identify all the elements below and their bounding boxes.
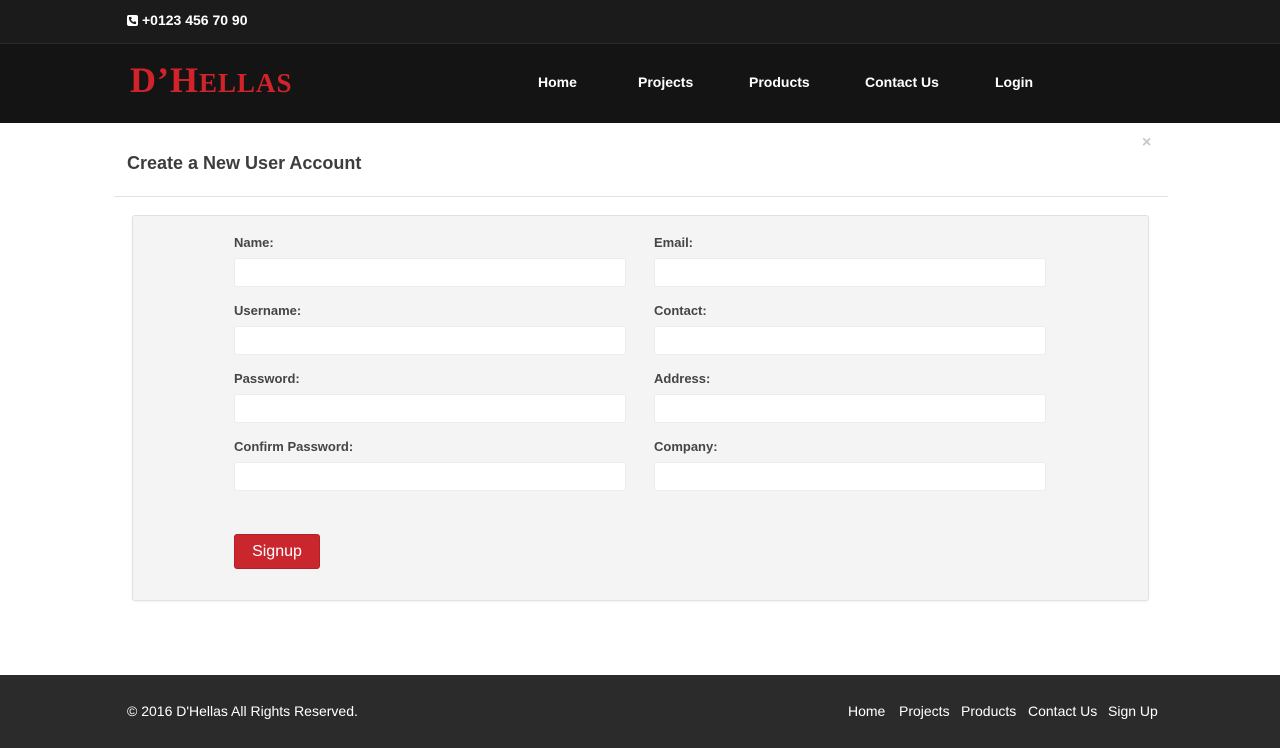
name-field[interactable] <box>234 258 626 287</box>
address-field[interactable] <box>654 394 1046 423</box>
phone-text: +0123 456 70 90 <box>142 12 248 28</box>
copyright-text: © 2016 D'Hellas All Rights Reserved. <box>127 703 358 719</box>
username-field[interactable] <box>234 326 626 355</box>
phone-icon <box>127 14 138 26</box>
logo-text-h: H <box>170 60 200 100</box>
password-label: Password: <box>234 371 300 386</box>
close-icon[interactable]: × <box>1142 134 1151 152</box>
page-title: Create a New User Account <box>127 153 362 173</box>
confirm-password-field[interactable] <box>234 462 626 491</box>
footer-link-projects[interactable]: Projects <box>899 703 950 719</box>
nav-contact-us[interactable]: Contact Us <box>865 74 939 90</box>
phone-number: +0123 456 70 90 <box>127 12 248 28</box>
email-field[interactable] <box>654 258 1046 287</box>
signup-button[interactable]: Signup <box>234 534 320 569</box>
address-label: Address: <box>654 371 711 386</box>
contact-field[interactable] <box>654 326 1046 355</box>
nav-login[interactable]: Login <box>995 74 1033 90</box>
footer-link-sign-up[interactable]: Sign Up <box>1108 703 1158 719</box>
footer-link-products[interactable]: Products <box>961 703 1016 719</box>
confirm-password-label: Confirm Password: <box>234 439 354 454</box>
password-field[interactable] <box>234 394 626 423</box>
company-label: Company: <box>654 439 718 454</box>
contact-label: Contact: <box>654 303 707 318</box>
logo-text-d: D’ <box>130 60 170 100</box>
nav-products[interactable]: Products <box>749 74 810 90</box>
footer: © 2016 D'Hellas All Rights Reserved. Hom… <box>0 675 1280 748</box>
footer-link-contact-us[interactable]: Contact Us <box>1028 703 1097 719</box>
nav-projects[interactable]: Projects <box>638 74 693 90</box>
logo-text-ellas: ELLAS <box>199 68 293 98</box>
brand-logo[interactable]: D’HELLAS <box>130 62 293 98</box>
nav-home[interactable]: Home <box>538 74 577 90</box>
top-contact-bar: +0123 456 70 90 <box>0 0 1280 44</box>
header-divider <box>114 196 1168 197</box>
username-label: Username: <box>234 303 302 318</box>
name-label: Name: <box>234 235 274 250</box>
email-label: Email: <box>654 235 694 250</box>
main-navbar: D’HELLAS Home Projects Products Contact … <box>0 44 1280 123</box>
company-field[interactable] <box>654 462 1046 491</box>
footer-link-home[interactable]: Home <box>848 703 885 719</box>
